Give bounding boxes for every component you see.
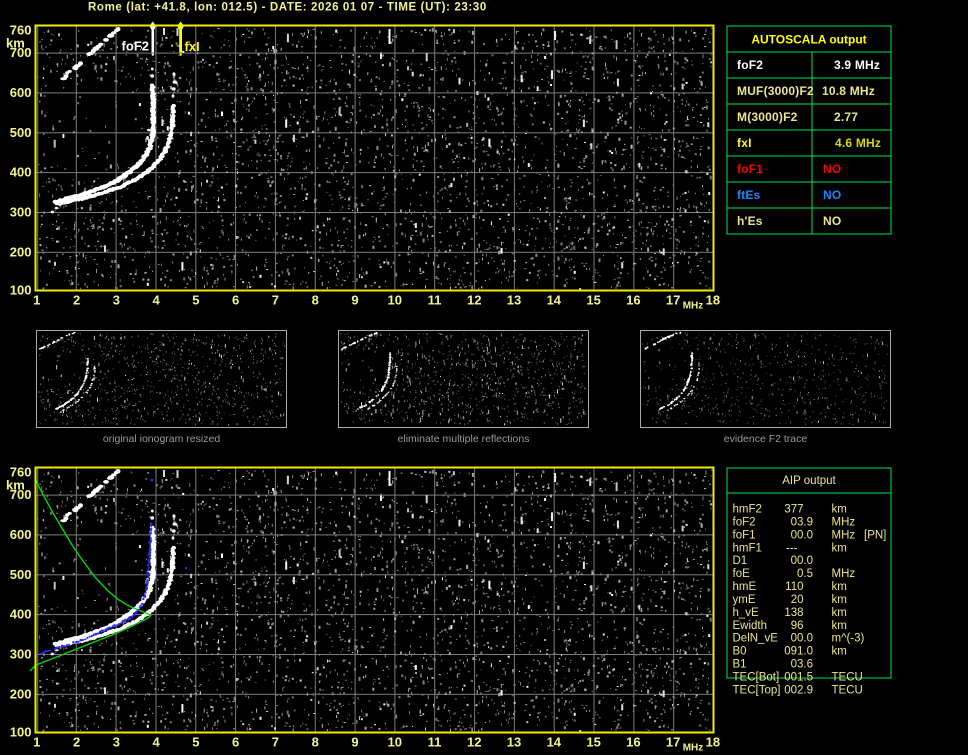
svg-text:5: 5	[192, 293, 199, 308]
svg-text:11: 11	[428, 293, 442, 308]
svg-text:8: 8	[312, 293, 319, 308]
svg-text:18: 18	[706, 293, 720, 308]
svg-text:fxI: fxI	[185, 39, 200, 54]
svg-text:100: 100	[10, 283, 32, 298]
svg-text:10: 10	[387, 293, 401, 308]
svg-text:2: 2	[73, 293, 80, 308]
svg-text:1: 1	[33, 293, 40, 308]
svg-text:6: 6	[232, 293, 239, 308]
svg-text:3: 3	[113, 293, 120, 308]
svg-text:MHz: MHz	[683, 301, 704, 312]
svg-text:4.6 MHz: 4.6 MHz	[835, 136, 881, 150]
svg-text:17: 17	[666, 293, 680, 308]
svg-text:12: 12	[467, 293, 481, 308]
svg-text:NO: NO	[823, 162, 841, 176]
svg-text:NO: NO	[823, 214, 841, 228]
svg-text:200: 200	[10, 244, 32, 259]
svg-text:700: 700	[10, 45, 32, 60]
svg-text:fxI: fxI	[737, 136, 752, 150]
svg-text:h'Es: h'Es	[737, 214, 763, 228]
svg-text:foF1: foF1	[737, 162, 763, 176]
svg-text:ftEs: ftEs	[737, 188, 761, 202]
svg-text:2.77: 2.77	[834, 110, 858, 124]
svg-text:400: 400	[10, 165, 32, 180]
svg-text:MUF(3000)F2: MUF(3000)F2	[737, 84, 814, 98]
svg-text:foF2: foF2	[122, 39, 149, 54]
svg-text:16: 16	[626, 293, 640, 308]
svg-text:Rome (lat: +41.8, lon: 012.5): Rome (lat: +41.8, lon: 012.5) - DATE: 20…	[88, 2, 487, 14]
svg-text:600: 600	[10, 85, 32, 100]
svg-text:15: 15	[586, 293, 600, 308]
svg-text:9: 9	[351, 293, 358, 308]
svg-text:500: 500	[10, 125, 32, 140]
svg-text:AUTOSCALA output: AUTOSCALA output	[751, 33, 866, 47]
svg-text:300: 300	[10, 204, 32, 219]
svg-text:7: 7	[272, 293, 279, 308]
svg-text:M(3000)F2: M(3000)F2	[737, 110, 798, 124]
svg-text:NO: NO	[823, 188, 841, 202]
svg-text:foF2: foF2	[737, 58, 763, 72]
svg-text:13: 13	[507, 293, 521, 308]
svg-text:original ionogram resized: original ionogram resized	[103, 433, 220, 445]
svg-text:4: 4	[152, 293, 160, 308]
svg-text:10.8 MHz: 10.8 MHz	[822, 84, 875, 98]
svg-text:3.9 MHz: 3.9 MHz	[834, 58, 880, 72]
svg-text:14: 14	[547, 293, 562, 308]
